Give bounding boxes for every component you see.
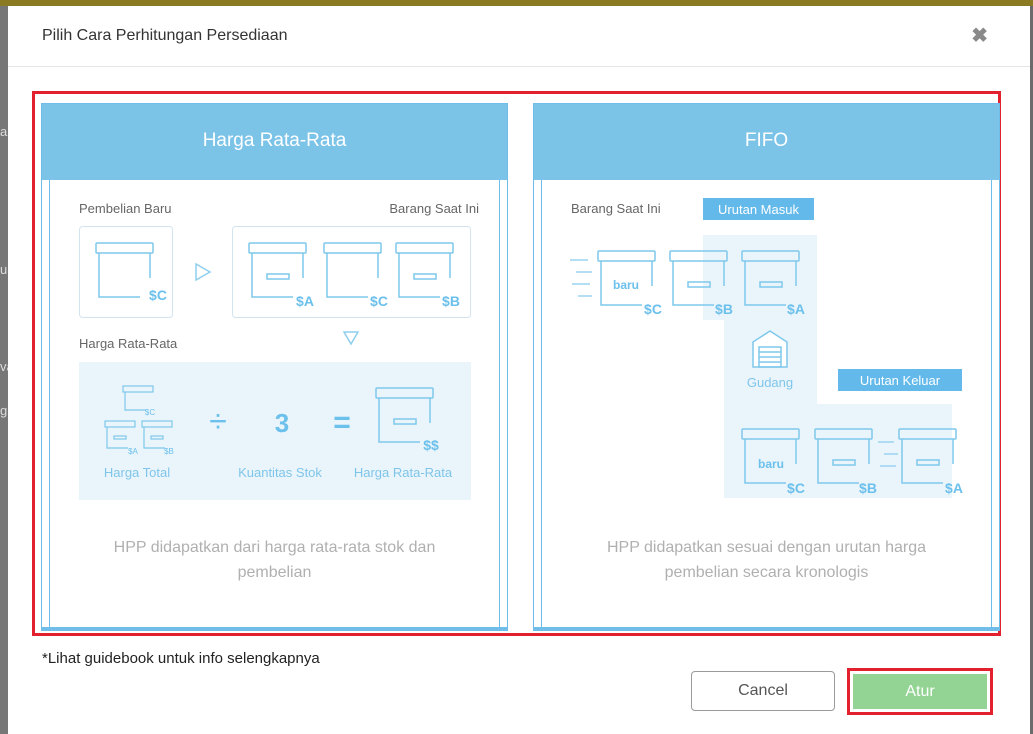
inventory-method-modal: Pilih Cara Perhitungan Persediaan ✖ Harg… bbox=[8, 6, 1030, 734]
mini-price: $A bbox=[128, 447, 138, 456]
fifo-illustration: Urutan Masuk Urutan Keluar baru $C $B $A… bbox=[570, 198, 963, 498]
equals-symbol: = bbox=[333, 406, 351, 439]
average-illustration: $C $A $C $B $C $A $B ÷ 3 = $$ Harga Tota… bbox=[79, 226, 471, 500]
total-price-label: Harga Total bbox=[104, 465, 170, 480]
fifo-price: $C bbox=[787, 480, 805, 496]
method-options-highlight: Harga Rata-Rata Pembelian Baru Barang Sa… bbox=[32, 91, 1001, 636]
new-purchase-panel bbox=[79, 226, 173, 318]
method-description: HPP didapatkan dari harga rata-rata stok… bbox=[113, 539, 436, 556]
arrow-right-icon bbox=[195, 262, 212, 282]
order-in-label: Urutan Masuk bbox=[718, 202, 799, 217]
order-out-label: Urutan Keluar bbox=[860, 373, 941, 388]
guidebook-footnote: *Lihat guidebook untuk info selengkapnya bbox=[42, 650, 320, 667]
new-tag: baru bbox=[758, 457, 784, 471]
divide-symbol: ÷ bbox=[209, 403, 227, 439]
method-card-fifo[interactable]: FIFO Barang Saat Ini Urutan Masuk Urutan… bbox=[533, 103, 1000, 631]
backdrop-text: g bbox=[0, 403, 8, 418]
modal-title: Pilih Cara Perhitungan Persediaan bbox=[42, 27, 288, 44]
backdrop-text: u bbox=[0, 262, 8, 277]
fifo-price: $B bbox=[715, 301, 733, 317]
method-description: pembelian secara kronologis bbox=[664, 564, 869, 581]
mini-price: $C bbox=[145, 408, 155, 417]
method-description: HPP didapatkan sesuai dengan urutan harg… bbox=[606, 539, 927, 556]
fifo-price: $B bbox=[859, 480, 877, 496]
flow-path bbox=[703, 235, 952, 498]
arrow-down-icon bbox=[342, 331, 360, 346]
warehouse-label: Gudang bbox=[747, 375, 793, 390]
page-backdrop: a u va g bbox=[0, 6, 14, 734]
average-price-label: Harga Rata-Rata bbox=[354, 465, 453, 480]
submit-button-highlight: Atur bbox=[847, 668, 993, 715]
method-description: pembelian bbox=[237, 564, 312, 581]
stock-price: $A bbox=[296, 293, 314, 309]
modal-header: Pilih Cara Perhitungan Persediaan ✖ bbox=[8, 6, 1030, 67]
stock-quantity-label: Kuantitas Stok bbox=[238, 465, 322, 480]
stock-price: $B bbox=[442, 293, 460, 309]
new-tag: baru bbox=[613, 278, 639, 292]
method-card-title: Harga Rata-Rata bbox=[42, 104, 507, 180]
current-stock-panel bbox=[232, 226, 471, 318]
submit-button[interactable]: Atur bbox=[853, 674, 987, 709]
fifo-price: $A bbox=[945, 480, 963, 496]
motion-lines bbox=[570, 259, 592, 297]
backdrop-text: a bbox=[0, 124, 8, 139]
method-card-title: FIFO bbox=[534, 104, 999, 180]
new-box-price: $C bbox=[149, 287, 167, 303]
method-card-average[interactable]: Harga Rata-Rata Pembelian Baru Barang Sa… bbox=[41, 103, 508, 631]
cancel-button[interactable]: Cancel bbox=[691, 671, 835, 711]
result-price: $$ bbox=[423, 437, 439, 453]
divisor-value: 3 bbox=[275, 408, 289, 438]
close-icon[interactable]: ✖ bbox=[971, 23, 988, 48]
mini-price: $B bbox=[164, 447, 174, 456]
method-card-body: Barang Saat Ini Urutan Masuk Urutan Kelu… bbox=[541, 180, 992, 627]
stock-price: $C bbox=[370, 293, 388, 309]
method-card-body: Pembelian Baru Barang Saat Ini Harga Rat… bbox=[49, 180, 500, 627]
fifo-price: $A bbox=[787, 301, 805, 317]
fifo-price: $C bbox=[644, 301, 662, 317]
